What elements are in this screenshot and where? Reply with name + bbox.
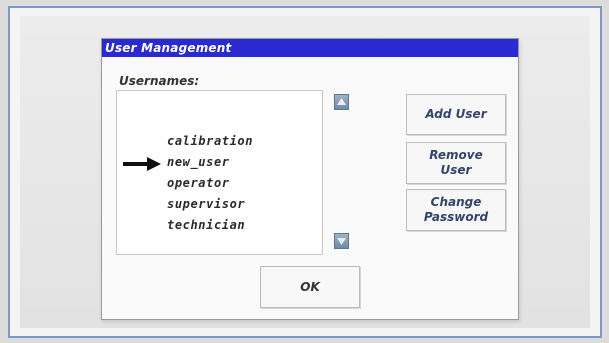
triangle-up-icon: [337, 98, 346, 105]
dialog-title: User Management: [102, 39, 518, 57]
right-arrow-icon: [123, 157, 161, 171]
list-item-calibration[interactable]: calibration: [167, 132, 253, 150]
scroll-up-button[interactable]: [334, 94, 349, 110]
triangle-down-icon: [337, 238, 346, 245]
remove-user-button[interactable]: Remove User: [406, 142, 506, 184]
user-management-dialog: User Management Usernames: calibration n…: [101, 38, 519, 320]
list-item-new-user[interactable]: new_user: [167, 153, 230, 171]
usernames-label: Usernames:: [119, 74, 200, 88]
username-list[interactable]: calibration new_user operator supervisor…: [116, 90, 323, 255]
change-password-button[interactable]: Change Password: [406, 189, 506, 231]
list-item-operator[interactable]: operator: [167, 174, 230, 192]
scroll-down-button[interactable]: [334, 233, 349, 249]
list-item-technician[interactable]: technician: [167, 216, 245, 234]
add-user-button[interactable]: Add User: [406, 94, 506, 135]
ok-button[interactable]: OK: [260, 266, 360, 308]
list-item-supervisor[interactable]: supervisor: [167, 195, 245, 213]
